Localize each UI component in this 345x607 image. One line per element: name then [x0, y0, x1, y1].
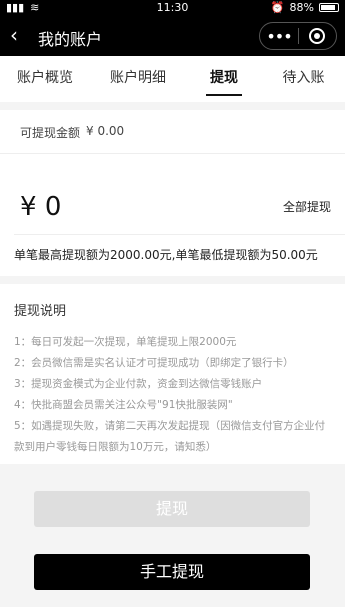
limit-note: 单笔最高提现额为2000.00元,单笔最低提现额为50.00元 [14, 248, 318, 262]
withdraw-button[interactable]: 提现 [34, 491, 310, 527]
instructions-title: 提现说明 [14, 304, 67, 319]
available-balance-value: ¥ 0.00 [86, 124, 125, 138]
target-ring-icon[interactable] [299, 28, 336, 44]
tab-details[interactable]: 账户明细 [90, 56, 186, 102]
divider [0, 153, 345, 154]
available-balance-label: 可提现金额 [20, 126, 81, 140]
instruction-item: 3：提现资金模式为企业付款，资金到达微信零钱账户 [14, 378, 263, 390]
tab-withdraw[interactable]: 提现 [186, 56, 262, 102]
alarm-icon: ⏰ [270, 1, 285, 14]
amount-value: 0 [44, 192, 62, 222]
amount-input[interactable]: ¥ 0 [20, 192, 61, 222]
withdraw-card: 可提现金额 ¥ 0.00 ¥ 0 全部提现 单笔最高提现额为2000.00元,单… [0, 110, 345, 276]
chevron-left-icon[interactable]: ‹ [10, 24, 18, 46]
withdraw-all-button[interactable]: 全部提现 [283, 198, 331, 215]
available-balance: 可提现金额 ¥ 0.00 [20, 124, 124, 141]
instruction-item: 4：快批商盟会员需关注公众号"91快批服装网" [14, 399, 233, 411]
instruction-item: 1：每日可发起一次提现，单笔提现上限2000元 [14, 336, 237, 348]
status-icons-right: ⏰ 88% [271, 1, 339, 14]
nav-bar: ‹ 我的账户 ••• [0, 16, 345, 56]
mini-program-capsule: ••• [259, 22, 337, 50]
battery-percent: 88% [289, 1, 314, 14]
tab-overview[interactable]: 账户概览 [0, 56, 90, 102]
instruction-item: 5：如遇提现失败，请第二天再次发起提现（因微信支付官方企业付款到用户零钱每日限额… [14, 420, 326, 453]
page-title: 我的账户 [38, 30, 103, 49]
instruction-item: 2：会员微信需是实名认证才可提现成功（即绑定了银行卡） [14, 357, 294, 369]
battery-icon [319, 3, 339, 12]
more-dots-icon[interactable]: ••• [260, 27, 298, 46]
instructions-list: 1：每日可发起一次提现，单笔提现上限2000元 2：会员微信需是实名认证才可提现… [14, 332, 334, 458]
instructions-card: 提现说明 1：每日可发起一次提现，单笔提现上限2000元 2：会员微信需是实名认… [0, 284, 345, 464]
manual-withdraw-button[interactable]: 手工提现 [34, 554, 310, 590]
currency-symbol: ¥ [20, 192, 37, 222]
tab-pending[interactable]: 待入账 [262, 56, 345, 102]
tab-bar: 账户概览 账户明细 提现 待入账 [0, 56, 345, 102]
status-bar: ▮▮▮ ≋ 11:30 ⏰ 88% [0, 0, 345, 16]
divider [14, 234, 345, 235]
